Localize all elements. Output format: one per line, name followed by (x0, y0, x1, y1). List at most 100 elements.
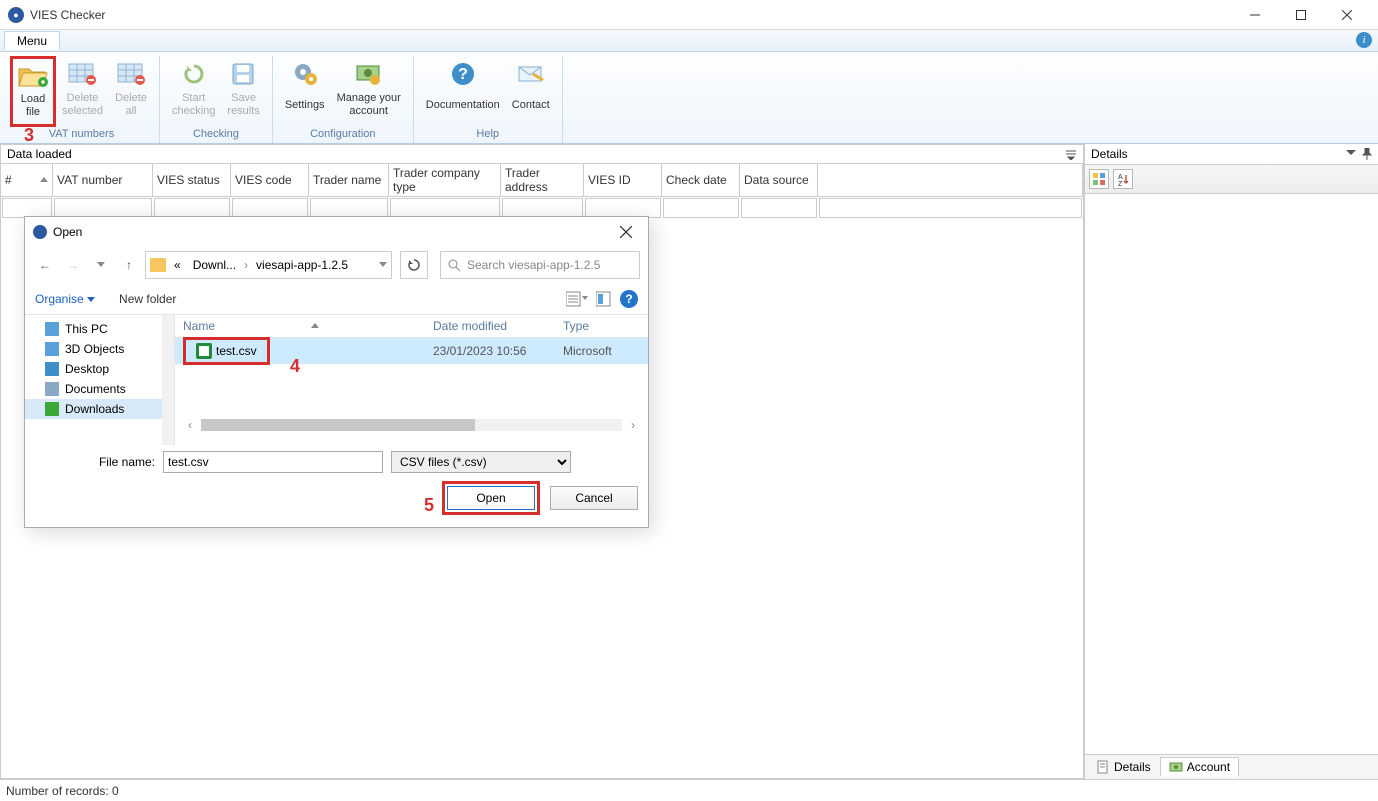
tab-details[interactable]: Details (1087, 757, 1160, 777)
open-button[interactable]: Open (447, 486, 535, 510)
delete-all-button[interactable]: Delete all (109, 56, 153, 127)
new-folder-button[interactable]: New folder (119, 292, 176, 306)
load-file-label: Load file (21, 93, 45, 119)
start-checking-button[interactable]: Start checking (166, 56, 221, 127)
file-row-selected[interactable]: test.csv 23/01/2023 10:56 Microsoft (175, 338, 648, 364)
svg-text:A: A (1118, 174, 1123, 181)
chevron-down-icon[interactable] (379, 262, 387, 268)
sidebar-item-downloads[interactable]: Downloads (25, 399, 174, 419)
toolbar-sort-icon[interactable]: AZ (1113, 169, 1133, 189)
panel-dropdown-icon[interactable] (1065, 148, 1077, 160)
sidebar-item-this-pc[interactable]: This PC (25, 319, 174, 339)
dialog-close-button[interactable] (612, 224, 640, 240)
dialog-titlebar[interactable]: Open (25, 217, 648, 247)
window-controls (1232, 0, 1370, 30)
nav-forward-button[interactable]: → (61, 253, 85, 277)
sidebar-scrollbar[interactable] (162, 315, 174, 445)
cancel-button[interactable]: Cancel (550, 486, 638, 510)
delete-selected-button[interactable]: Delete selected (56, 56, 109, 127)
close-button[interactable] (1324, 0, 1370, 30)
dialog-help-icon[interactable]: ? (620, 290, 638, 308)
filetype-select[interactable]: CSV files (*.csv) (391, 451, 571, 473)
dialog-search-input[interactable]: Search viesapi-app-1.2.5 (440, 251, 640, 279)
grid-col-address[interactable]: Trader address (501, 164, 584, 196)
save-results-button[interactable]: Save results (221, 56, 265, 127)
sidebar-item-desktop[interactable]: Desktop (25, 359, 174, 379)
app-title: VIES Checker (30, 8, 1232, 22)
grid-filter-index[interactable] (2, 198, 52, 218)
grid-col-data-source[interactable]: Data source (740, 164, 818, 196)
grid-header: # VAT number VIES status VIES code Trade… (1, 164, 1083, 197)
filename-input[interactable] (163, 451, 383, 473)
details-toolbar: AZ (1085, 165, 1378, 194)
grid-filter-trader-name[interactable] (310, 198, 388, 218)
hscroll-thumb[interactable] (201, 419, 475, 431)
hscroll-left-icon[interactable]: ‹ (183, 418, 197, 432)
grid-col-code[interactable]: VIES code (231, 164, 309, 196)
ribbon-group-configuration-label: Configuration (310, 127, 375, 141)
tab-account[interactable]: Account (1160, 757, 1239, 777)
file-col-type[interactable]: Type (555, 319, 648, 333)
grid-filter-spacer[interactable] (819, 198, 1082, 218)
nav-back-button[interactable]: ← (33, 253, 57, 277)
details-panel: Details AZ Details Account (1084, 144, 1378, 779)
settings-button[interactable]: Settings (279, 56, 331, 127)
grid-col-check-date[interactable]: Check date (662, 164, 740, 196)
sidebar-item-documents[interactable]: Documents (25, 379, 174, 399)
tab-details-label: Details (1114, 760, 1151, 774)
documentation-button[interactable]: ? Documentation (420, 56, 506, 127)
sidebar-item-3d[interactable]: 3D Objects (25, 339, 174, 359)
panel-pin-icon[interactable] (1362, 148, 1372, 160)
organise-button[interactable]: Organise (35, 292, 95, 306)
grid-col-index[interactable]: # (1, 164, 53, 196)
breadcrumb[interactable]: « Downl... › viesapi-app-1.2.5 (145, 251, 392, 279)
open-dialog: Open ← → ↑ « Downl... › viesapi-app-1.2.… (24, 216, 649, 528)
load-file-button[interactable]: Load file (10, 56, 56, 127)
menu-tab[interactable]: Menu (4, 31, 60, 50)
grid-filter-status[interactable] (154, 198, 230, 218)
nav-up-button[interactable]: ↑ (117, 253, 141, 277)
dialog-nav: ← → ↑ « Downl... › viesapi-app-1.2.5 Sea… (25, 247, 648, 283)
grid-col-trader-name[interactable]: Trader name (309, 164, 389, 196)
toolbar-categorize-icon[interactable] (1089, 169, 1109, 189)
breadcrumb-part2[interactable]: viesapi-app-1.2.5 (252, 258, 352, 272)
dialog-app-icon (33, 225, 47, 239)
cube-icon (45, 342, 59, 356)
breadcrumb-part1[interactable]: Downl... (189, 258, 240, 272)
grid-col-vies-id[interactable]: VIES ID (584, 164, 662, 196)
file-name: test.csv (216, 344, 257, 358)
grid-col-vat[interactable]: VAT number (53, 164, 153, 196)
contact-button[interactable]: Contact (506, 56, 556, 127)
statusbar: Number of records: 0 (0, 779, 1378, 801)
maximize-button[interactable] (1278, 0, 1324, 30)
grid-filter-vat[interactable] (54, 198, 152, 218)
panel-dropdown-icon[interactable] (1346, 148, 1356, 160)
hscroll-right-icon[interactable]: › (626, 418, 640, 432)
refresh-button[interactable] (400, 251, 428, 279)
info-icon[interactable]: i (1356, 32, 1372, 48)
grid-col-spacer (818, 164, 1083, 196)
file-col-name[interactable]: Name (175, 319, 425, 333)
view-preview-icon[interactable] (596, 291, 612, 307)
grid-filter-vies-id[interactable] (585, 198, 661, 218)
dialog-sidebar: This PC 3D Objects Desktop Documents Dow… (25, 315, 175, 445)
grid-col-company-type[interactable]: Trader company type (389, 164, 501, 196)
file-modified: 23/01/2023 10:56 (425, 344, 555, 358)
breadcrumb-prefix[interactable]: « (170, 258, 185, 272)
ribbon-group-configuration: Settings Manage your account Configurati… (273, 56, 414, 143)
manage-account-button[interactable]: Manage your account (331, 56, 407, 127)
documentation-label: Documentation (426, 92, 500, 118)
file-list-hscroll[interactable]: ‹ › (175, 414, 648, 436)
grid-filter-data-source[interactable] (741, 198, 817, 218)
save-results-label: Save results (227, 92, 259, 118)
hscroll-track[interactable] (201, 419, 622, 431)
file-col-modified[interactable]: Date modified (425, 319, 555, 333)
view-list-icon[interactable] (566, 291, 588, 307)
grid-col-status[interactable]: VIES status (153, 164, 231, 196)
nav-recent-button[interactable] (89, 253, 113, 277)
grid-filter-code[interactable] (232, 198, 308, 218)
minimize-button[interactable] (1232, 0, 1278, 30)
grid-filter-check-date[interactable] (663, 198, 739, 218)
grid-filter-address[interactable] (502, 198, 583, 218)
grid-filter-company-type[interactable] (390, 198, 500, 218)
